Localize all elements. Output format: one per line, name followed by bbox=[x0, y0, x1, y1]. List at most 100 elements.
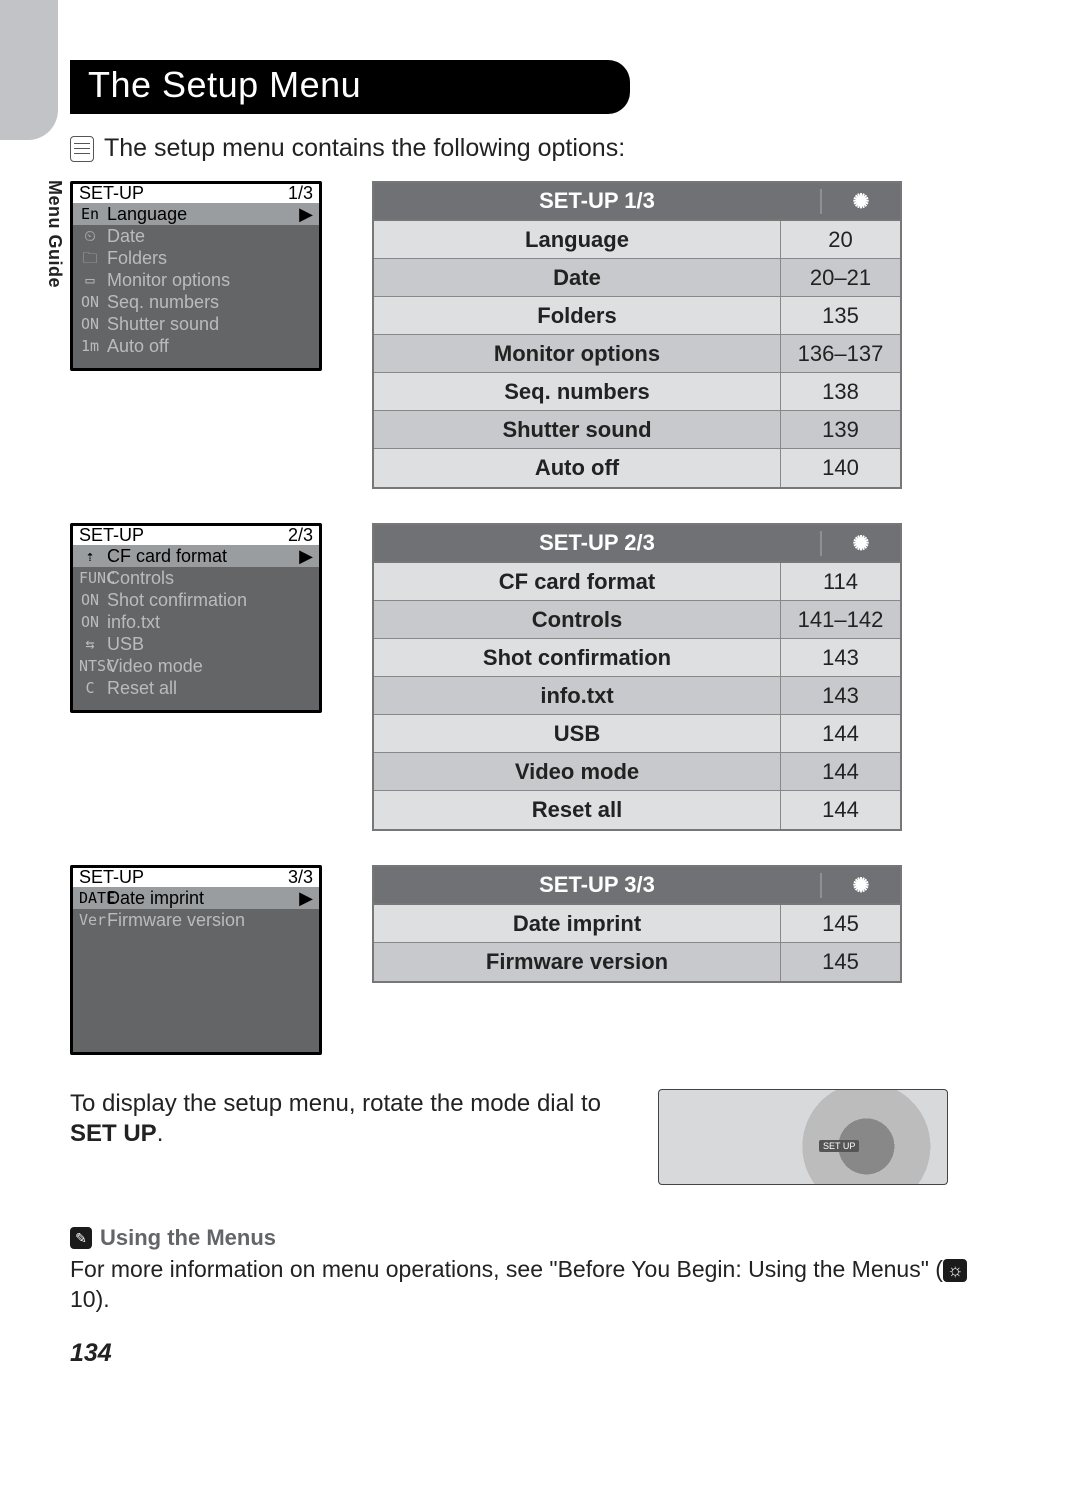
lcd-row-icon: Ver bbox=[79, 913, 101, 928]
ref-row-page: 144 bbox=[780, 753, 900, 790]
ref-row-label: info.txt bbox=[374, 677, 780, 714]
page-ref-icon: ☼ bbox=[943, 1259, 968, 1282]
note-body-post: ). bbox=[96, 1286, 110, 1312]
ref-row: Controls141–142 bbox=[374, 601, 900, 639]
ref-row: info.txt143 bbox=[374, 677, 900, 715]
lcd-setup-2: SET-UP 2/3 ⇡CF card format▶FUNCControlsO… bbox=[70, 523, 322, 713]
note-body: For more information on menu operations,… bbox=[70, 1255, 1000, 1315]
ref-row-label: Date bbox=[374, 259, 780, 296]
lcd-row-icon: C bbox=[79, 681, 101, 696]
lcd-row-text: Folders bbox=[107, 249, 167, 267]
lcd-row: C Reset all bbox=[73, 677, 319, 699]
ref-body-1: Language20Date20–21Folders135Monitor opt… bbox=[374, 221, 900, 487]
lcd-header: SET-UP 2/3 bbox=[73, 526, 319, 545]
lcd-row-icon: ON bbox=[79, 317, 101, 332]
page-title: The Setup Menu bbox=[70, 60, 630, 114]
page-title-text: The Setup Menu bbox=[88, 64, 361, 105]
ref-row: Folders135 bbox=[374, 297, 900, 335]
ref-row-label: Language bbox=[374, 221, 780, 258]
ref-header-text: SET-UP 3/3 bbox=[374, 872, 820, 898]
ref-row-page: 143 bbox=[780, 677, 900, 714]
lcd-header: SET-UP 3/3 bbox=[73, 868, 319, 887]
ref-table-2: SET-UP 2/3 ✺ CF card format114Controls14… bbox=[372, 523, 902, 831]
lcd-row-icon: FUNC bbox=[79, 571, 101, 586]
lcd-row-text: Date imprint bbox=[107, 889, 204, 907]
lcd-row: ONShot confirmation bbox=[73, 589, 319, 611]
ref-row-page: 114 bbox=[780, 563, 900, 600]
lcd-row-icon: 1m bbox=[79, 339, 101, 354]
lcd-header-page: 3/3 bbox=[288, 868, 313, 886]
instruction-bold: SET UP bbox=[70, 1120, 157, 1147]
mode-dial-illustration bbox=[658, 1089, 948, 1185]
chevron-right-icon: ▶ bbox=[299, 205, 313, 223]
wrench-icon: ✺ bbox=[820, 531, 900, 556]
ref-row-page: 20–21 bbox=[780, 259, 900, 296]
intro-line: The setup menu contains the following op… bbox=[70, 134, 1000, 163]
lcd-body-3: DATE Date imprint ▶ Ver Firmware version bbox=[73, 887, 319, 931]
lcd-row-text: Auto off bbox=[107, 337, 169, 355]
section-corner bbox=[0, 0, 58, 140]
lcd-setup-3: SET-UP 3/3 DATE Date imprint ▶ Ver Firmware … bbox=[70, 865, 322, 1055]
lcd-row-text: info.txt bbox=[107, 613, 160, 631]
note-page-ref: 10 bbox=[70, 1286, 96, 1312]
note-icon: ✎ bbox=[70, 1227, 92, 1249]
ref-row: Language20 bbox=[374, 221, 900, 259]
lcd-row: DATE Date imprint ▶ bbox=[73, 887, 319, 909]
lcd-body-2: ⇡CF card format▶FUNCControlsONShot confi… bbox=[73, 545, 319, 699]
ref-row-page: 145 bbox=[780, 905, 900, 942]
ref-row: Monitor options136–137 bbox=[374, 335, 900, 373]
lcd-header-title: SET-UP bbox=[79, 184, 144, 202]
ref-row-label: Firmware version bbox=[374, 943, 780, 981]
ref-row: Date20–21 bbox=[374, 259, 900, 297]
lcd-row: ⇡CF card format▶ bbox=[73, 545, 319, 567]
ref-header: SET-UP 2/3 ✺ bbox=[374, 525, 900, 563]
ref-row: USB144 bbox=[374, 715, 900, 753]
lcd-row-icon: ⏲ bbox=[79, 229, 101, 244]
ref-table-3: SET-UP 3/3 ✺ Date imprint145Firmware ver… bbox=[372, 865, 902, 983]
lcd-row-text: Controls bbox=[107, 569, 174, 587]
ref-row-label: CF card format bbox=[374, 563, 780, 600]
ref-header: SET-UP 1/3 ✺ bbox=[374, 183, 900, 221]
ref-row-page: 140 bbox=[780, 449, 900, 487]
lcd-row-icon: ON bbox=[79, 615, 101, 630]
lcd-row: NTSCVideo mode bbox=[73, 655, 319, 677]
note-body-pre: For more information on menu operations,… bbox=[70, 1256, 943, 1282]
lcd-row-text: Reset all bbox=[107, 679, 177, 697]
ref-row: Reset all144 bbox=[374, 791, 900, 829]
lcd-row-text: Firmware version bbox=[107, 911, 245, 929]
ref-row: Video mode144 bbox=[374, 753, 900, 791]
ref-row-label: Reset all bbox=[374, 791, 780, 829]
lcd-row: Ver Firmware version bbox=[73, 909, 319, 931]
intro-text: The setup menu contains the following op… bbox=[104, 134, 625, 163]
ref-row: Shot confirmation143 bbox=[374, 639, 900, 677]
ref-row-label: Controls bbox=[374, 601, 780, 638]
chevron-right-icon: ▶ bbox=[299, 889, 313, 907]
ref-row-label: Shot confirmation bbox=[374, 639, 780, 676]
lcd-row: ⇆USB bbox=[73, 633, 319, 655]
ref-row-page: 145 bbox=[780, 943, 900, 981]
instruction-text: To display the setup menu, rotate the mo… bbox=[70, 1089, 630, 1149]
lcd-row: ON info.txt bbox=[73, 611, 319, 633]
lcd-row: ⏲ Date bbox=[73, 225, 319, 247]
ref-row-label: Shutter sound bbox=[374, 411, 780, 448]
ref-row-page: 141–142 bbox=[780, 601, 900, 638]
instruction-row: To display the setup menu, rotate the mo… bbox=[70, 1089, 1000, 1185]
lcd-row-icon: ON bbox=[79, 295, 101, 310]
lcd-row-icon: NTSC bbox=[79, 659, 101, 674]
ref-row-page: 144 bbox=[780, 715, 900, 752]
lcd-row-text: Shot confirmation bbox=[107, 591, 247, 609]
side-tab-menu-guide: Menu Guide bbox=[44, 180, 65, 288]
chevron-right-icon: ▶ bbox=[299, 547, 313, 565]
lcd-header-page: 2/3 bbox=[288, 526, 313, 544]
page-number: 134 bbox=[70, 1339, 1000, 1368]
ref-table-1: SET-UP 1/3 ✺ Language20Date20–21Folders1… bbox=[372, 181, 902, 489]
lcd-row: EnLanguage▶ bbox=[73, 203, 319, 225]
ref-row-label: Monitor options bbox=[374, 335, 780, 372]
ref-row-label: Date imprint bbox=[374, 905, 780, 942]
lcd-row-text: CF card format bbox=[107, 547, 227, 565]
ref-header-text: SET-UP 2/3 bbox=[374, 530, 820, 556]
lcd-row-icon: DATE bbox=[79, 891, 101, 906]
ref-row: Auto off140 bbox=[374, 449, 900, 487]
lcd-row-text: Date bbox=[107, 227, 145, 245]
lcd-row-text: USB bbox=[107, 635, 144, 653]
